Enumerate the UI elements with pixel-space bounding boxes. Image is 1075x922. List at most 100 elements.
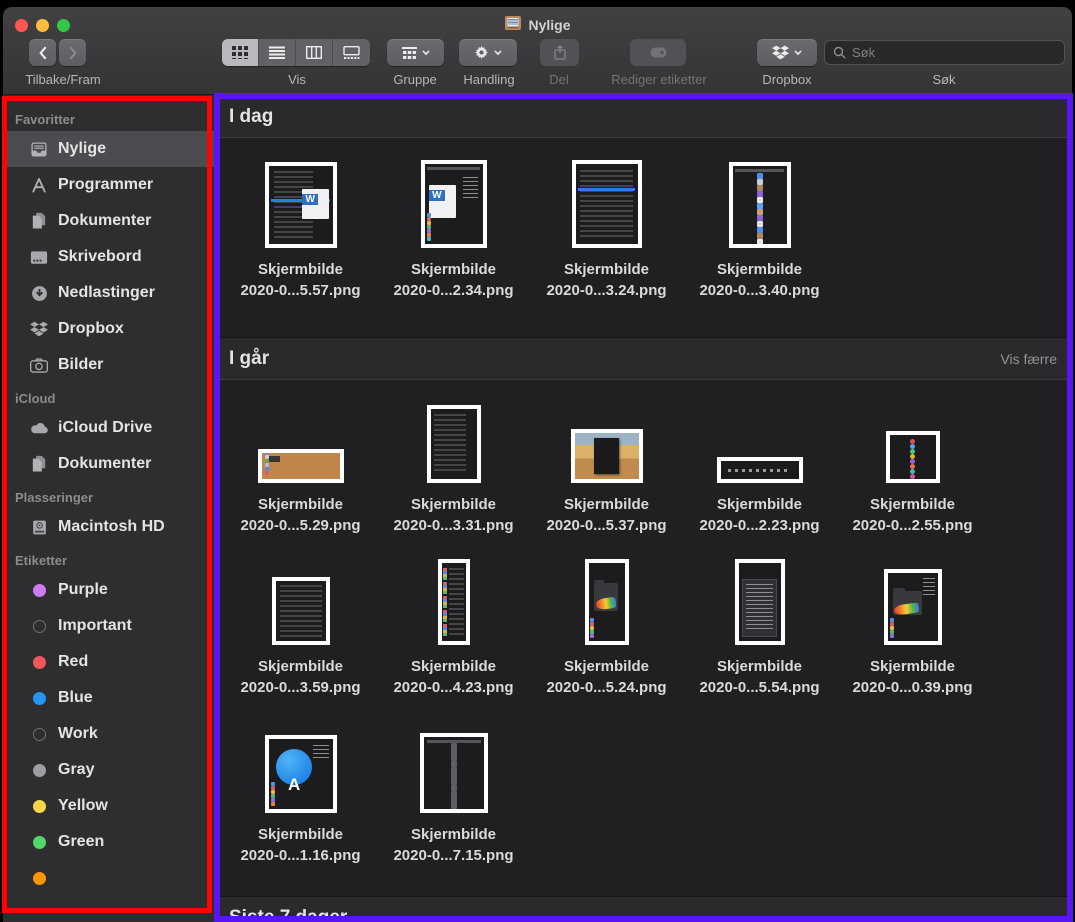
file-thumbnail: A	[265, 735, 337, 813]
sidebar-item-nedlastinger[interactable]: Nedlastinger	[3, 275, 216, 311]
file-thumbnail	[258, 449, 344, 483]
sidebar-item-label: Red	[58, 653, 88, 671]
file-item[interactable]: Skjermbilde2020-0...3.24.png	[530, 138, 683, 337]
edit-tags-button[interactable]	[630, 39, 686, 66]
file-item[interactable]: Skjermbilde2020-0...3.59.png	[224, 542, 377, 704]
file-thumbnail	[572, 160, 642, 248]
file-grid-row: Skjermbilde2020-0...3.59.png Skjermbilde2…	[216, 542, 1073, 704]
sidebar-item-item[interactable]	[3, 860, 216, 896]
file-item[interactable]: Skjermbilde2020-0...2.55.png	[836, 380, 989, 542]
sidebar-item-dokumenter[interactable]: Dokumenter	[3, 203, 216, 239]
gallery-view-button[interactable]	[333, 39, 370, 66]
sidebar-item-label: Bilder	[58, 356, 103, 374]
section-header: I dag	[216, 95, 1073, 138]
documents-icon	[29, 455, 49, 473]
chevron-down-icon	[422, 49, 430, 57]
sidebar-item-red[interactable]: Red	[3, 644, 216, 680]
harddrive-icon	[29, 519, 49, 536]
file-name: Skjermbilde2020-0...3.59.png	[240, 656, 360, 698]
sidebar-item-bilder[interactable]: Bilder	[3, 347, 216, 383]
sidebar-item-green[interactable]: Green	[3, 824, 216, 860]
sidebar-item-important[interactable]: Important	[3, 608, 216, 644]
file-name: Skjermbilde2020-0...2.23.png	[699, 494, 819, 536]
chevron-right-icon	[68, 46, 78, 60]
action-button[interactable]	[459, 39, 517, 66]
sidebar-item-label: Nedlastinger	[58, 284, 155, 302]
file-item[interactable]: Skjermbilde2020-0...3.40.png	[683, 138, 836, 337]
forward-button[interactable]	[59, 39, 86, 66]
sidebar-item-label: Work	[58, 725, 98, 743]
sidebar-item-dropbox[interactable]: Dropbox	[3, 311, 216, 347]
column-view-button[interactable]	[296, 39, 333, 66]
file-thumbnail	[585, 559, 629, 645]
grid-view-icon	[232, 46, 248, 59]
icon-view-button[interactable]	[222, 39, 259, 66]
sidebar-item-dokumenter[interactable]: Dokumenter	[3, 446, 216, 482]
list-view-button[interactable]	[259, 39, 296, 66]
sidebar-item-label: Nylige	[58, 140, 106, 158]
section-title: I går	[229, 348, 269, 370]
share-icon	[554, 45, 566, 60]
sidebar-item-yellow[interactable]: Yellow	[3, 788, 216, 824]
back-button[interactable]	[29, 39, 56, 66]
group-button[interactable]	[387, 39, 444, 66]
file-name: Skjermbilde2020-0...5.57.png	[240, 259, 360, 301]
file-browser-area: I dag W Skjermbilde2020-0...5.57.png WSkjer…	[216, 95, 1073, 922]
dropbox-button[interactable]	[757, 39, 817, 66]
file-item[interactable]: Skjermbilde2020-0...4.23.png	[377, 542, 530, 704]
search-field[interactable]	[824, 40, 1065, 65]
action-label: Handling	[449, 72, 529, 87]
sidebar-item-icloud-drive[interactable]: iCloud Drive	[3, 410, 216, 446]
dropbox-label: Dropbox	[752, 72, 822, 87]
dropbox-icon	[772, 45, 789, 60]
file-thumbnail	[735, 559, 785, 645]
recents-icon	[29, 141, 49, 158]
tag-dot-icon	[29, 764, 49, 777]
file-item[interactable]: Skjermbilde2020-0...5.24.png	[530, 542, 683, 704]
sidebar-item-gray[interactable]: Gray	[3, 752, 216, 788]
sidebar-item-macintosh-hd[interactable]: Macintosh HD	[3, 509, 216, 545]
file-thumbnail	[272, 577, 330, 645]
file-item[interactable]: Skjermbilde2020-0...5.54.png	[683, 542, 836, 704]
file-item[interactable]: Skjermbilde2020-0...5.37.png	[530, 380, 683, 542]
sidebar-item-nylige[interactable]: Nylige	[3, 131, 216, 167]
sidebar-item-work[interactable]: Work	[3, 716, 216, 752]
file-item[interactable]: Skjermbilde2020-0...0.39.png	[836, 542, 989, 704]
file-thumbnail: W	[265, 162, 337, 248]
file-item[interactable]: Skjermbilde2020-0...3.31.png	[377, 380, 530, 542]
tag-dot-icon	[29, 728, 49, 741]
file-item[interactable]: ASkjermbilde2020-0...1.16.png	[224, 704, 377, 872]
sidebar-section-title: iCloud	[3, 383, 216, 410]
sidebar-item-blue[interactable]: Blue	[3, 680, 216, 716]
list-view-icon	[269, 46, 285, 59]
sidebar-item-purple[interactable]: Purple	[3, 572, 216, 608]
show-fewer-link[interactable]: Vis færre	[1000, 351, 1057, 367]
file-item[interactable]: Skjermbilde2020-0...2.23.png	[683, 380, 836, 542]
sidebar-item-label: Skrivebord	[58, 248, 142, 266]
sidebar-section-title: Etiketter	[3, 545, 216, 572]
file-name: Skjermbilde2020-0...5.37.png	[546, 494, 666, 536]
share-button[interactable]	[540, 39, 579, 66]
gear-icon	[474, 45, 489, 60]
tag-icon	[650, 47, 667, 58]
file-name: Skjermbilde2020-0...5.29.png	[240, 494, 360, 536]
sidebar-item-skrivebord[interactable]: Skrivebord	[3, 239, 216, 275]
applications-icon	[29, 177, 49, 194]
sidebar: FavoritterNyligeProgrammerDokumenterSkri…	[3, 95, 216, 922]
tag-dot-icon	[29, 656, 49, 669]
search-input[interactable]	[852, 45, 1056, 60]
window-title: Nylige	[3, 15, 1072, 34]
tag-dot-icon	[29, 800, 49, 813]
file-item[interactable]: Skjermbilde2020-0...5.29.png	[224, 380, 377, 542]
window-title-text: Nylige	[528, 17, 570, 33]
sidebar-item-programmer[interactable]: Programmer	[3, 167, 216, 203]
file-item[interactable]: Skjermbilde2020-0...7.15.png	[377, 704, 530, 872]
back-forward-label: Tilbake/Fram	[8, 72, 118, 87]
group-label: Gruppe	[378, 72, 452, 87]
pictures-icon	[29, 358, 49, 373]
search-label: Søk	[904, 72, 984, 87]
file-item[interactable]: WSkjermbilde2020-0...2.34.png	[377, 138, 530, 337]
chevron-down-icon	[794, 49, 802, 57]
file-item[interactable]: W Skjermbilde2020-0...5.57.png	[224, 138, 377, 337]
file-name: Skjermbilde2020-0...7.15.png	[393, 824, 513, 866]
